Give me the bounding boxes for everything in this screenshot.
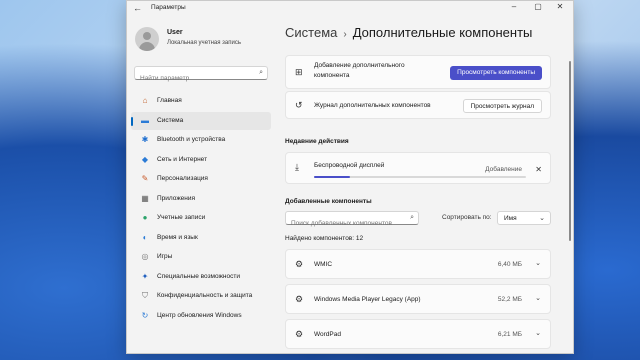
sidebar-item[interactable]: ⌂ Главная: [131, 92, 271, 110]
found-count: Найдено компонентов: 12: [285, 235, 364, 242]
installed-search[interactable]: ⌕: [285, 211, 419, 227]
sidebar-item[interactable]: ● Учетные записи: [131, 209, 271, 227]
feature-row[interactable]: ⚙ WMIC 6,40 МБ ⌄: [285, 249, 551, 279]
home-icon: ⌂: [142, 96, 148, 105]
scrollbar[interactable]: [569, 61, 571, 241]
shield-icon: ⛉: [142, 291, 148, 300]
view-features-button[interactable]: Просмотреть компоненты: [450, 66, 542, 80]
add-component-icon: ⊞: [295, 67, 303, 77]
add-feature-label: Добавление дополнительного компонента: [314, 62, 405, 79]
installed-heading: Добавленные компоненты: [285, 198, 372, 205]
chevron-down-icon[interactable]: ⌄: [535, 259, 541, 267]
sidebar-item[interactable]: ▦ Приложения: [131, 190, 271, 208]
chevron-down-icon[interactable]: ⌄: [535, 329, 541, 337]
gamepad-icon: ◎: [141, 252, 149, 261]
recent-item-status: Добавление: [485, 166, 522, 173]
feature-gear-icon: ⚙: [295, 259, 304, 269]
feature-gear-icon: ⚙: [295, 294, 304, 304]
recent-item-name: Беспроводной дисплей: [314, 162, 385, 169]
close-icon[interactable]: ✕: [551, 2, 569, 11]
sidebar-item-label: Bluetooth и устройства: [157, 136, 226, 143]
feature-gear-icon: ⚙: [295, 329, 304, 339]
installed-search-input[interactable]: [291, 220, 401, 227]
sidebar: User Локальная учетная запись ⌕ ⌂ Главная…: [127, 15, 275, 353]
update-icon: ↻: [141, 310, 149, 320]
sort-label: Сортировать по:: [442, 214, 492, 221]
page-title: Дополнительные компоненты: [352, 25, 533, 40]
maximize-icon[interactable]: ▢: [529, 2, 547, 11]
chevron-down-icon: ⌄: [539, 215, 545, 222]
accessibility-icon: ✦: [141, 271, 149, 281]
feature-name: Windows Media Player Legacy (App): [314, 296, 421, 303]
feature-size: 6,40 МБ: [497, 261, 522, 268]
history-label: Журнал дополнительных компонентов: [314, 102, 431, 109]
sidebar-item-label: Центр обновления Windows: [157, 311, 242, 319]
breadcrumb-parent[interactable]: Система: [285, 25, 337, 40]
sidebar-item-label: Конфиденциальность и защита: [157, 292, 253, 299]
view-history-button[interactable]: Просмотреть журнал: [462, 99, 542, 113]
recent-heading: Недавние действия: [285, 138, 349, 145]
wifi-icon: ◆: [141, 154, 149, 164]
install-progress-bar: [314, 176, 526, 178]
feature-row[interactable]: ⚙ WordPad 6,21 МБ ⌄: [285, 319, 551, 349]
sidebar-item-label: Игры: [157, 253, 173, 260]
sidebar-item[interactable]: ◆ Сеть и Интернет: [131, 151, 271, 169]
sidebar-item[interactable]: ⛉ Конфиденциальность и защита: [131, 287, 271, 305]
accounts-icon: ●: [142, 213, 148, 222]
cancel-icon[interactable]: ✕: [535, 165, 542, 174]
history-card: ↺ Журнал дополнительных компонентов Прос…: [285, 91, 551, 119]
sort-dropdown[interactable]: Имя ⌄: [497, 211, 551, 225]
sidebar-item-label: Персонализация: [157, 175, 208, 182]
breadcrumb: Система › Дополнительные компоненты: [285, 25, 532, 40]
sidebar-item[interactable]: ◎ Игры: [131, 248, 271, 266]
avatar-head-shape: [143, 32, 151, 40]
back-arrow-icon[interactable]: ←: [133, 3, 142, 13]
search-input[interactable]: [140, 75, 250, 82]
system-icon: ▬: [141, 115, 149, 125]
history-icon: ↺: [295, 100, 303, 110]
search-icon[interactable]: ⌕: [259, 69, 263, 77]
sidebar-item-label: Система: [157, 116, 184, 124]
minimize-icon[interactable]: –: [505, 2, 523, 11]
search-icon[interactable]: ⌕: [410, 214, 414, 222]
sidebar-item-label: Приложения: [157, 194, 196, 202]
sidebar-item[interactable]: ✦ Специальные возможности: [131, 268, 271, 286]
sort-value: Имя: [504, 215, 517, 222]
account-type: Локальная учетная запись: [167, 40, 241, 46]
sidebar-item[interactable]: ▬ Система: [131, 111, 271, 130]
chevron-down-icon[interactable]: ⌄: [535, 294, 541, 302]
download-icon: ⤓: [295, 162, 299, 172]
recent-action-card: ⤓ Беспроводной дисплей Добавление ✕: [285, 152, 551, 184]
add-feature-card: ⊞ Добавление дополнительного компонента …: [285, 55, 551, 89]
sidebar-item-label: Время и язык: [157, 233, 198, 241]
feature-size: 52,2 МБ: [497, 296, 522, 303]
window-title: Параметры: [151, 4, 186, 11]
brush-icon: ✎: [141, 174, 149, 183]
sidebar-item-label: Учетные записи: [157, 214, 206, 221]
sidebar-item-label: Сеть и Интернет: [157, 155, 208, 163]
main-content: Система › Дополнительные компоненты ⊞ Доба…: [285, 15, 567, 353]
sidebar-item-label: Главная: [157, 97, 182, 104]
feature-row[interactable]: ⚙ Windows Media Player Legacy (App) 52,2 М…: [285, 284, 551, 314]
sidebar-item[interactable]: ↻ Центр обновления Windows: [131, 307, 271, 325]
avatar[interactable]: [135, 27, 159, 51]
sidebar-item[interactable]: ✱ Bluetooth и устройства: [131, 131, 271, 149]
sidebar-item-label: Специальные возможности: [157, 272, 240, 280]
sidebar-item[interactable]: ◐ Время и язык: [131, 229, 271, 247]
user-name: User: [167, 29, 183, 36]
avatar-body-shape: [139, 42, 155, 51]
apps-icon: ▦: [141, 193, 149, 203]
bluetooth-icon: ✱: [141, 135, 149, 144]
settings-window: ← Параметры – ▢ ✕ User Локальная учетная…: [126, 0, 574, 354]
active-indicator: [131, 116, 133, 126]
breadcrumb-chevron-icon: ›: [343, 29, 347, 40]
settings-search[interactable]: ⌕: [134, 66, 268, 82]
feature-name: WordPad: [314, 331, 341, 338]
sidebar-item[interactable]: ✎ Персонализация: [131, 170, 271, 188]
globe-icon: ◐: [142, 232, 148, 242]
feature-size: 6,21 МБ: [497, 331, 522, 338]
feature-name: WMIC: [314, 261, 333, 268]
install-progress-fill: [314, 176, 351, 178]
title-bar: ← Параметры – ▢ ✕: [127, 1, 573, 15]
